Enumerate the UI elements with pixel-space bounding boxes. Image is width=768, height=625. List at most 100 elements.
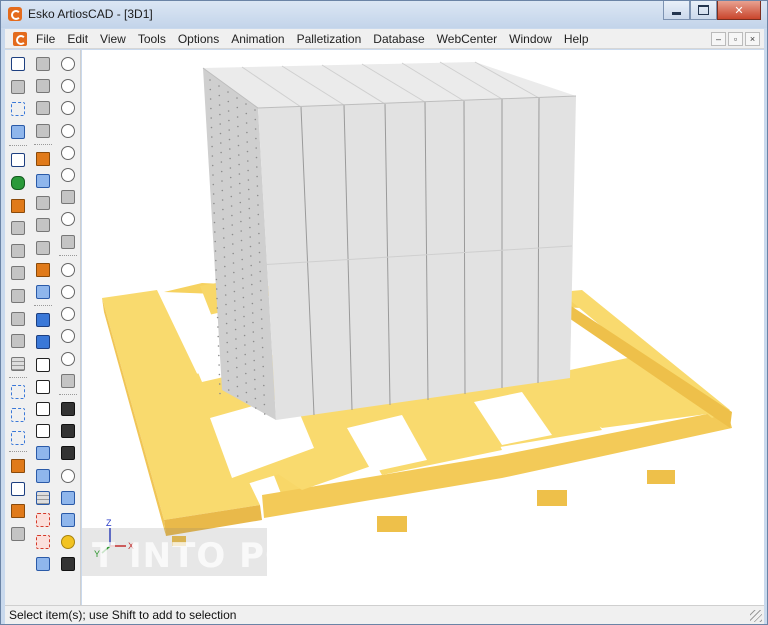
tool-carton-group-button[interactable] bbox=[8, 122, 28, 142]
tool-carton-button[interactable] bbox=[33, 282, 53, 302]
tool-solid-cube-button[interactable] bbox=[33, 310, 53, 330]
close-button[interactable]: ✕ bbox=[717, 1, 761, 20]
menu-options[interactable]: Options bbox=[172, 29, 225, 49]
maximize-button[interactable] bbox=[690, 1, 717, 20]
menu-animation[interactable]: Animation bbox=[225, 29, 290, 49]
document-minimize-button[interactable]: – bbox=[711, 32, 726, 46]
tool-dimension-button[interactable] bbox=[8, 456, 28, 476]
menu-palletization[interactable]: Palletization bbox=[291, 29, 368, 49]
tool-view-button[interactable] bbox=[58, 143, 78, 163]
tool-snap-button[interactable] bbox=[8, 524, 28, 544]
tool-pan-hand-button[interactable] bbox=[58, 371, 78, 391]
tool-wire-cube-button[interactable] bbox=[8, 428, 28, 448]
tool-camera-button[interactable] bbox=[58, 443, 78, 463]
tool-measure-button[interactable] bbox=[8, 501, 28, 521]
camera-icon bbox=[61, 446, 75, 461]
tool-red-cube-button[interactable] bbox=[33, 510, 53, 530]
view-icon bbox=[61, 79, 75, 94]
document-icon[interactable] bbox=[13, 31, 27, 46]
tool-clip-button[interactable] bbox=[33, 193, 53, 213]
tool-outline-cube-button[interactable] bbox=[33, 421, 53, 441]
tool-bulb-button[interactable] bbox=[58, 532, 78, 552]
menu-file[interactable]: File bbox=[30, 29, 61, 49]
tool-eye-button[interactable] bbox=[58, 554, 78, 574]
tool-view-button[interactable] bbox=[58, 121, 78, 141]
tool-red-cube-button[interactable] bbox=[33, 532, 53, 552]
tool-rotate-diamond-button[interactable] bbox=[33, 76, 53, 96]
tool-half-cube-button[interactable] bbox=[33, 443, 53, 463]
tool-wire-cube-button[interactable] bbox=[8, 405, 28, 425]
menu-view[interactable]: View bbox=[94, 29, 132, 49]
tool-diamond-button[interactable] bbox=[33, 121, 53, 141]
tool-view-button[interactable] bbox=[58, 165, 78, 185]
tool-axis-button[interactable] bbox=[58, 232, 78, 252]
3d-viewport[interactable]: Z X Y T INTO PC bbox=[82, 50, 764, 605]
tool-copy-button[interactable] bbox=[8, 263, 28, 283]
tool-eraser-button[interactable] bbox=[8, 218, 28, 238]
tool-lock-button[interactable] bbox=[33, 238, 53, 258]
toolbar-grip[interactable] bbox=[59, 254, 77, 257]
minimize-button[interactable] bbox=[663, 1, 690, 20]
tool-tape-measure-button[interactable] bbox=[33, 149, 53, 169]
document-restore-button[interactable]: ▫ bbox=[728, 32, 743, 46]
tool-outline-cube-button[interactable] bbox=[33, 355, 53, 375]
menu-help[interactable]: Help bbox=[558, 29, 595, 49]
tool-pencil-tool-button[interactable] bbox=[8, 196, 28, 216]
resize-grip-icon[interactable] bbox=[750, 610, 762, 622]
menu-tools[interactable]: Tools bbox=[132, 29, 172, 49]
menu-edit[interactable]: Edit bbox=[61, 29, 94, 49]
tool-grid-cube-button[interactable] bbox=[33, 488, 53, 508]
tool-wire-box-button[interactable] bbox=[8, 99, 28, 119]
toolbar-grip[interactable] bbox=[34, 143, 52, 146]
menu-window[interactable]: Window bbox=[503, 29, 558, 49]
tool-zoom-fit-button[interactable] bbox=[58, 326, 78, 346]
tool-frame-button[interactable] bbox=[58, 488, 78, 508]
tool-view-button[interactable] bbox=[58, 209, 78, 229]
tool-clip-button[interactable] bbox=[33, 215, 53, 235]
tool-fold-button[interactable] bbox=[8, 77, 28, 97]
tool-move-button[interactable] bbox=[8, 241, 28, 261]
tool-layer-button[interactable] bbox=[8, 286, 28, 306]
toolbar-grip[interactable] bbox=[9, 451, 27, 453]
tool-select-item-button[interactable] bbox=[8, 150, 28, 170]
toolbar-grip[interactable] bbox=[34, 305, 52, 307]
tool-window-cube-button[interactable] bbox=[33, 466, 53, 486]
toolbar-grip[interactable] bbox=[59, 394, 77, 396]
tool-rename-button[interactable] bbox=[33, 260, 53, 280]
tool-camera-button[interactable] bbox=[58, 421, 78, 441]
tool-camera-button[interactable] bbox=[58, 399, 78, 419]
artioscad-app-icon[interactable] bbox=[8, 7, 22, 21]
tool-select-3d-button[interactable] bbox=[8, 54, 28, 74]
tool-view-button[interactable] bbox=[58, 76, 78, 96]
tool-swap-button[interactable] bbox=[58, 187, 78, 207]
title-bar[interactable]: Esko ArtiosCAD - [3D1] ✕ bbox=[1, 1, 767, 28]
tool-outline-cube-button[interactable] bbox=[33, 399, 53, 419]
tool-cube-button[interactable] bbox=[58, 510, 78, 530]
tool-zoom-window-button[interactable] bbox=[58, 54, 78, 74]
menu-webcenter[interactable]: WebCenter bbox=[431, 29, 503, 49]
tool-zoom-button[interactable] bbox=[58, 349, 78, 369]
toolbar-grip[interactable] bbox=[9, 377, 27, 379]
document-close-button[interactable]: × bbox=[745, 32, 760, 46]
eye-icon bbox=[61, 557, 75, 572]
tool-zoom-in-button[interactable] bbox=[58, 260, 78, 280]
tool-zoom-button[interactable] bbox=[58, 304, 78, 324]
toolbar-grip[interactable] bbox=[9, 145, 27, 147]
tool-view-button[interactable] bbox=[58, 98, 78, 118]
tool-solid-cube-button[interactable] bbox=[33, 332, 53, 352]
menu-database[interactable]: Database bbox=[367, 29, 430, 49]
tool-pointer-plus-button[interactable] bbox=[8, 479, 28, 499]
tool-diamond-button[interactable] bbox=[33, 98, 53, 118]
tool-outline-cube-button[interactable] bbox=[33, 377, 53, 397]
tool-grid-button[interactable] bbox=[8, 354, 28, 374]
tool-wire-cube-button[interactable] bbox=[8, 382, 28, 402]
tool-zoom-out-button[interactable] bbox=[58, 282, 78, 302]
tool-blue-cube-button[interactable] bbox=[33, 554, 53, 574]
tool-rotate-view-button[interactable] bbox=[58, 466, 78, 486]
tool-move-handle-button[interactable] bbox=[8, 331, 28, 351]
tool-magic-wand-button[interactable] bbox=[33, 54, 53, 74]
tool-face-button[interactable] bbox=[33, 171, 53, 191]
solid-cube-icon bbox=[36, 335, 50, 350]
tool-cylinder-button[interactable] bbox=[8, 173, 28, 193]
tool-rotate-button[interactable] bbox=[8, 309, 28, 329]
